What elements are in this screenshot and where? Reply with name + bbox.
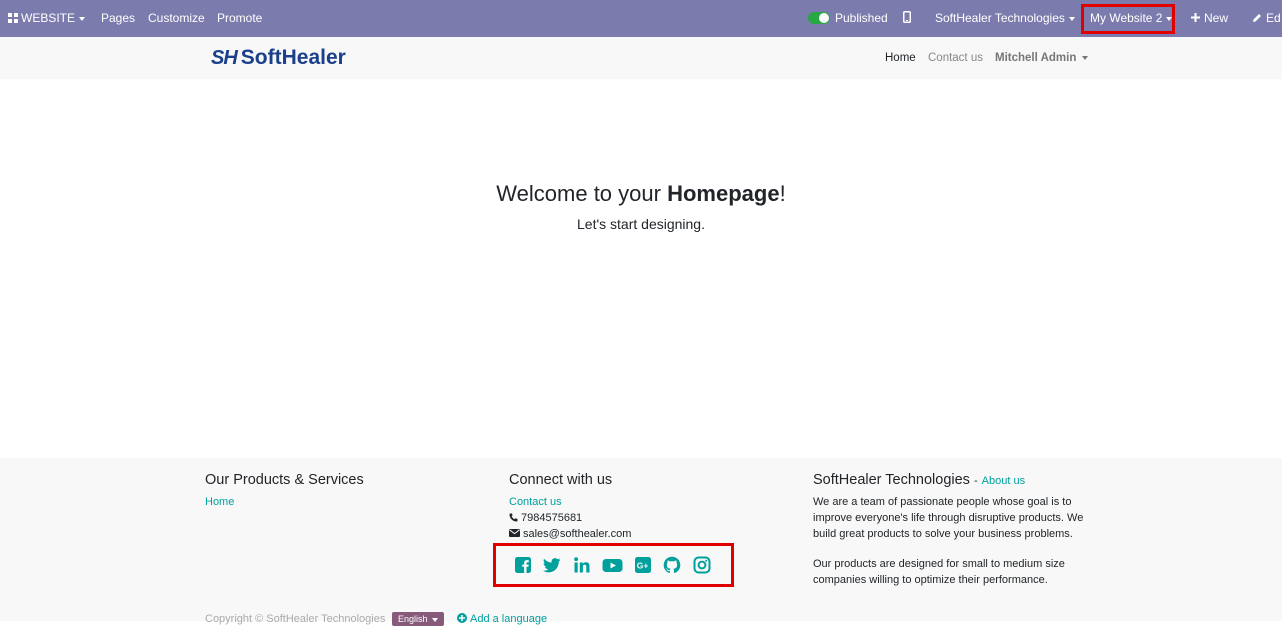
- svg-text:G+: G+: [637, 561, 649, 571]
- plus-circle-icon: [457, 613, 467, 623]
- phone-number: 7984575681: [521, 512, 583, 524]
- about-paragraph-2: Our products are designed for small to m…: [813, 558, 1065, 586]
- about-separator: -: [973, 475, 978, 487]
- about-heading-line: SoftHealer Technologies - About us: [813, 472, 1025, 488]
- logo-mark: SH: [211, 46, 238, 69]
- phone-line: 7984575681: [509, 512, 582, 524]
- hero-subtitle: Let's start designing.: [577, 216, 705, 232]
- footer-link-home[interactable]: Home: [205, 496, 234, 508]
- website-menu-label: WEBSITE: [21, 11, 76, 25]
- website-menu[interactable]: WEBSITE: [8, 0, 86, 37]
- nav-contact-us[interactable]: Contact us: [928, 37, 983, 79]
- youtube-icon[interactable]: [602, 556, 623, 574]
- about-paragraph-1: We are a team of passionate people whose…: [813, 496, 1084, 540]
- instagram-icon[interactable]: [693, 556, 711, 574]
- customize-menu[interactable]: Customize: [148, 0, 205, 37]
- chevron-down-icon: [79, 16, 86, 21]
- envelope-icon: [509, 529, 520, 537]
- email-line: sales@softhealer.com: [509, 528, 631, 540]
- language-selector[interactable]: English: [392, 612, 444, 626]
- connect-heading: Connect with us: [509, 472, 613, 488]
- mobile-preview-button[interactable]: [903, 0, 911, 37]
- hero-title-prefix: Welcome to your: [496, 181, 668, 206]
- nav-user-menu[interactable]: Mitchell Admin: [995, 37, 1089, 79]
- promote-menu[interactable]: Promote: [217, 0, 262, 37]
- phone-icon: [509, 513, 518, 522]
- about-us-link[interactable]: About us: [982, 475, 1025, 487]
- nav-home[interactable]: Home: [885, 37, 916, 79]
- mobile-icon: [903, 11, 911, 23]
- pages-menu[interactable]: Pages: [101, 0, 135, 37]
- company-logo[interactable]: SH SoftHealer: [211, 46, 346, 70]
- github-icon[interactable]: [663, 556, 681, 574]
- chevron-down-icon: [1082, 55, 1089, 60]
- toggle-switch-icon: [808, 11, 830, 24]
- linkedin-icon[interactable]: [573, 556, 591, 574]
- twitter-icon[interactable]: [543, 556, 561, 574]
- add-language-link[interactable]: Add a language: [457, 613, 547, 625]
- about-heading: SoftHealer Technologies: [813, 472, 970, 488]
- copyright-text: Copyright © SoftHealer Technologies: [205, 613, 386, 625]
- chevron-down-icon: [431, 617, 438, 622]
- company-switcher[interactable]: SoftHealer Technologies: [935, 0, 1075, 37]
- hero-title-suffix: !: [779, 181, 786, 206]
- edit-button[interactable]: Ed: [1252, 0, 1281, 37]
- new-button[interactable]: New: [1191, 0, 1228, 37]
- published-label: Published: [835, 11, 888, 25]
- highlight-box-website-switcher: [1081, 4, 1175, 34]
- chevron-down-icon: [1068, 16, 1075, 21]
- plus-icon: [1191, 13, 1200, 22]
- add-language-label: Add a language: [470, 613, 548, 625]
- pencil-icon: [1253, 14, 1261, 22]
- publish-toggle[interactable]: Published: [808, 0, 888, 37]
- edit-label: Ed: [1266, 11, 1281, 25]
- hero-title-bold: Homepage: [667, 181, 780, 206]
- email-address: sales@softhealer.com: [523, 528, 632, 540]
- facebook-icon[interactable]: [514, 556, 532, 574]
- footer-link-contact[interactable]: Contact us: [509, 496, 562, 508]
- logo-text: SoftHealer: [240, 46, 346, 69]
- new-label: New: [1204, 11, 1229, 25]
- user-name: Mitchell Admin: [995, 52, 1077, 64]
- company-label: SoftHealer Technologies: [935, 11, 1065, 25]
- site-header: SH SoftHealer Home Contact us Mitchell A…: [0, 37, 1282, 79]
- apps-icon: [8, 13, 18, 23]
- hero-title: Welcome to your Homepage!: [0, 181, 1282, 207]
- products-heading: Our Products & Services: [205, 472, 364, 488]
- google-plus-icon[interactable]: G+: [634, 556, 652, 574]
- language-label: English: [398, 614, 428, 624]
